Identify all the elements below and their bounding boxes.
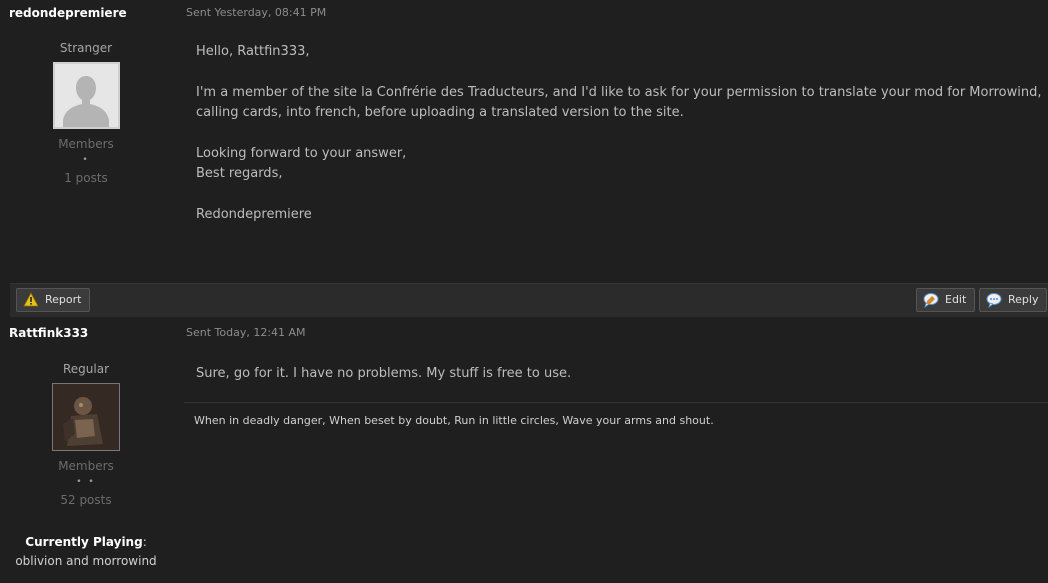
- body-line: Hello, Rattfin333,: [196, 44, 310, 59]
- post-toolbar: Report Edit Reply: [10, 283, 1048, 317]
- message-body: Hello, Rattfin333, I'm a member of the s…: [196, 42, 1041, 225]
- post-date: Sent Yesterday, 08:41 PM: [186, 6, 327, 19]
- body-line: calling cards, into french, before uploa…: [196, 105, 684, 120]
- report-label: Report: [45, 293, 82, 306]
- author-info: Stranger Members • 1 posts: [0, 41, 172, 185]
- rank-pips: • •: [76, 477, 96, 487]
- edit-button[interactable]: Edit: [916, 288, 975, 312]
- body-line: Sure, go for it. I have no problems. My …: [196, 366, 572, 381]
- body-line: I'm a member of the site la Confrérie de…: [196, 84, 1042, 100]
- edit-label: Edit: [945, 293, 967, 306]
- currently-playing: Currently Playing:: [0, 531, 172, 550]
- reply-button[interactable]: Reply: [979, 288, 1047, 312]
- currently-playing-label: Currently Playing: [25, 535, 143, 549]
- message-post: redondepremiere Sent Yesterday, 08:41 PM…: [0, 0, 1048, 317]
- signature-divider: [184, 402, 1048, 403]
- member-group: Members: [58, 459, 114, 473]
- currently-playing-value: oblivion and morrowind: [15, 554, 157, 568]
- default-avatar-icon: [54, 64, 118, 127]
- message-post: Rattfink333 Sent Today, 12:41 AM Regular…: [0, 316, 1048, 583]
- post-count: 1 posts: [64, 171, 108, 185]
- colon: :: [142, 535, 147, 549]
- post-count: 52 posts: [60, 493, 112, 507]
- reply-icon: [986, 292, 1002, 308]
- avatar[interactable]: [52, 62, 120, 129]
- character-avatar-icon: [53, 384, 119, 450]
- report-button[interactable]: Report: [16, 288, 90, 312]
- member-group: Members: [58, 137, 114, 151]
- edit-icon: [923, 292, 939, 308]
- post-date: Sent Today, 12:41 AM: [186, 326, 306, 339]
- body-line: Redondepremiere: [196, 206, 312, 222]
- reply-label: Reply: [1008, 293, 1039, 306]
- author-info: Regular Members • • 52 posts Currently P…: [0, 362, 172, 568]
- author-rank: Stranger: [59, 41, 113, 55]
- author-rank: Regular: [62, 362, 110, 376]
- warning-icon: [23, 292, 39, 308]
- author-name[interactable]: redondepremiere: [9, 6, 127, 20]
- avatar[interactable]: [52, 383, 120, 451]
- rank-pips: •: [82, 155, 90, 165]
- body-line: Looking forward to your answer,: [196, 145, 407, 161]
- body-line: Best regards,: [196, 166, 283, 181]
- message-body: Sure, go for it. I have no problems. My …: [196, 364, 571, 385]
- signature: When in deadly danger, When beset by dou…: [194, 414, 714, 427]
- author-name[interactable]: Rattfink333: [9, 326, 88, 340]
